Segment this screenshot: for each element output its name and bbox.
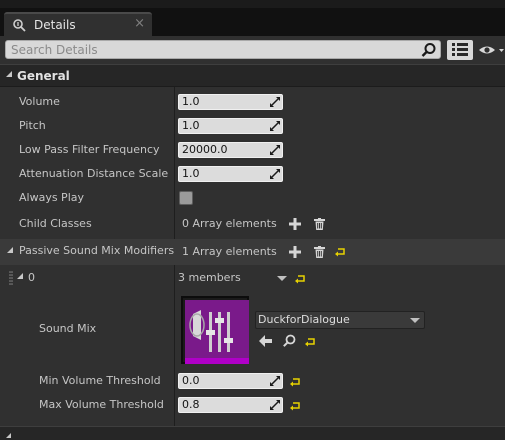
pitch-value: 1.0 xyxy=(182,119,200,132)
details-icon xyxy=(12,18,26,32)
array-index-label: 0 xyxy=(28,271,35,284)
sound-mix-asset-icon xyxy=(185,300,249,364)
view-options-icon xyxy=(452,43,468,56)
view-options-button[interactable] xyxy=(447,40,473,60)
top-toolbar-strip xyxy=(0,0,505,8)
low-pass-filter-value: 20000.0 xyxy=(182,143,228,156)
tab-details[interactable]: Details × xyxy=(4,12,152,36)
eye-icon[interactable] xyxy=(478,43,505,57)
tab-title: Details xyxy=(34,18,76,32)
drag-grip-icon[interactable] xyxy=(270,145,280,155)
property-row-child-classes: Child Classes 0 Array elements xyxy=(0,212,505,236)
collapse-arrow-icon[interactable] xyxy=(6,71,12,77)
tab-bar: Details × xyxy=(0,8,505,36)
reset-to-default-icon[interactable] xyxy=(335,247,345,257)
volume-value: 1.0 xyxy=(182,95,200,108)
passive-array-count: 1 Array elements xyxy=(182,245,277,258)
property-row-low-pass-filter: Low Pass Filter Frequency 20000.0 xyxy=(0,138,505,162)
search-row: Search Details xyxy=(0,36,505,62)
drag-grip-icon[interactable] xyxy=(270,121,280,131)
browse-icon[interactable] xyxy=(283,334,296,347)
property-row-passive-sound-mix-modifiers: Passive Sound Mix Modifiers 1 Array elem… xyxy=(0,239,505,265)
property-row-sound-mix: Sound Mix xyxy=(0,292,505,368)
reset-to-default-icon[interactable] xyxy=(290,377,300,387)
drag-handle-icon[interactable] xyxy=(9,271,13,285)
search-placeholder: Search Details xyxy=(11,43,98,57)
property-row-volume: Volume 1.0 xyxy=(0,90,505,114)
plus-icon[interactable] xyxy=(289,246,301,258)
collapse-arrow-icon[interactable] xyxy=(17,273,23,279)
property-row-always-play: Always Play xyxy=(0,186,505,210)
chevron-down-icon[interactable] xyxy=(410,318,420,323)
low-pass-filter-input[interactable]: 20000.0 xyxy=(178,142,283,158)
property-label: Attenuation Distance Scale xyxy=(19,167,169,180)
property-label: Min Volume Threshold xyxy=(39,374,161,387)
max-volume-threshold-value: 0.8 xyxy=(182,398,200,411)
reset-to-default-icon[interactable] xyxy=(295,274,305,284)
property-row-attenuation-distance-scale: Attenuation Distance Scale 1.0 xyxy=(0,162,505,186)
sound-mix-thumbnail[interactable] xyxy=(181,296,249,364)
min-volume-threshold-value: 0.0 xyxy=(182,374,200,387)
pitch-input[interactable]: 1.0 xyxy=(178,118,283,134)
arrow-left-icon[interactable] xyxy=(259,335,273,347)
max-volume-threshold-input[interactable]: 0.8 xyxy=(178,397,283,413)
property-label: Pitch xyxy=(19,119,46,132)
members-count: 3 members xyxy=(178,271,241,284)
min-volume-threshold-input[interactable]: 0.0 xyxy=(178,373,283,389)
property-row-max-volume-threshold: Max Volume Threshold 0.8 xyxy=(0,393,505,417)
array-element-row: 0 3 members xyxy=(0,266,505,290)
collapse-arrow-icon[interactable] xyxy=(7,247,13,253)
attenuation-distance-scale-input[interactable]: 1.0 xyxy=(178,166,283,182)
property-label: Sound Mix xyxy=(39,322,97,335)
reset-to-default-icon[interactable] xyxy=(290,401,300,411)
child-classes-count: 0 Array elements xyxy=(182,217,277,230)
trash-icon[interactable] xyxy=(314,246,325,258)
property-label: Max Volume Threshold xyxy=(39,398,164,411)
category-next[interactable] xyxy=(0,426,505,440)
property-row-min-volume-threshold: Min Volume Threshold 0.0 xyxy=(0,369,505,393)
drag-grip-icon[interactable] xyxy=(270,97,280,107)
sound-mix-asset-picker[interactable]: DuckforDialogue xyxy=(255,311,425,329)
search-input[interactable]: Search Details xyxy=(5,40,441,59)
drag-grip-icon[interactable] xyxy=(270,400,280,410)
property-label: Passive Sound Mix Modifiers xyxy=(19,244,175,257)
trash-icon[interactable] xyxy=(314,218,325,230)
close-icon[interactable]: × xyxy=(134,16,145,31)
always-play-checkbox[interactable] xyxy=(179,191,193,205)
search-icon[interactable] xyxy=(421,42,437,58)
reset-to-default-icon[interactable] xyxy=(305,337,315,347)
plus-icon[interactable] xyxy=(289,218,301,230)
chevron-down-icon[interactable] xyxy=(277,276,287,281)
drag-grip-icon[interactable] xyxy=(270,376,280,386)
property-label: Child Classes xyxy=(19,217,92,230)
collapse-arrow-icon[interactable] xyxy=(6,433,11,438)
drag-grip-icon[interactable] xyxy=(270,169,280,179)
property-row-pitch: Pitch 1.0 xyxy=(0,114,505,138)
volume-input[interactable]: 1.0 xyxy=(178,94,283,110)
attenuation-distance-scale-value: 1.0 xyxy=(182,167,200,180)
sound-mix-asset-name: DuckforDialogue xyxy=(258,313,350,326)
category-general[interactable]: General xyxy=(0,64,505,87)
property-label: Always Play xyxy=(19,191,84,204)
category-label: General xyxy=(17,69,70,83)
property-label: Low Pass Filter Frequency xyxy=(19,143,160,156)
property-label: Volume xyxy=(19,95,60,108)
